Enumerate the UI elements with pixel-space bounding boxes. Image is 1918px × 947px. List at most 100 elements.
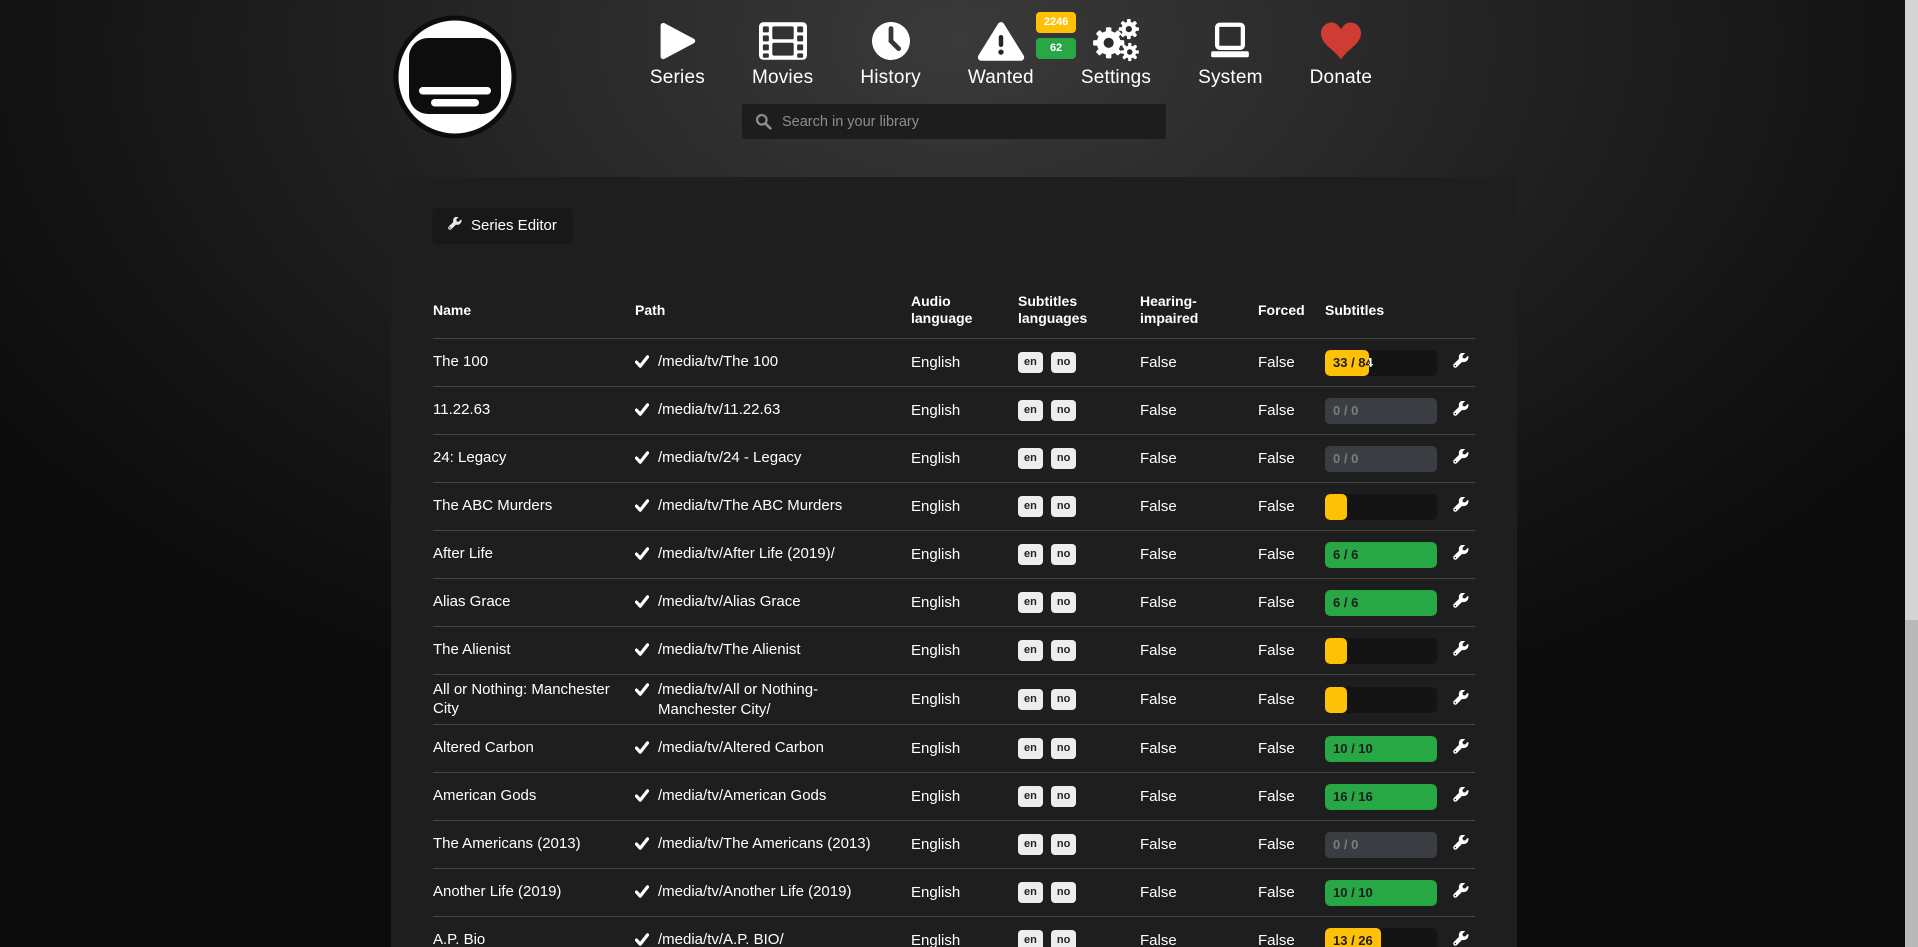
wanted-series-count-badge: 2246 [1036, 12, 1076, 33]
subtitles-progress-bar: 10 / 10 10 / 10 [1325, 880, 1437, 906]
wrench-icon[interactable] [1453, 739, 1469, 758]
scrollbar-track[interactable] [1905, 0, 1918, 947]
wrench-icon[interactable] [1453, 641, 1469, 660]
series-path: /media/tv/The Alienist [658, 640, 801, 660]
series-path: /media/tv/A.P. BIO/ [658, 930, 784, 947]
series-name-link[interactable]: Alias Grace [433, 593, 635, 612]
series-name-link[interactable]: The ABC Murders [433, 497, 635, 516]
series-path: /media/tv/The 100 [658, 352, 778, 372]
subtitles-languages: enno [1018, 544, 1140, 565]
wrench-icon[interactable] [1453, 353, 1469, 372]
subtitles-cell: 0 / 0 0 / 0 [1325, 446, 1445, 472]
nav-item-settings[interactable]: Settings [1081, 18, 1151, 89]
check-icon [635, 354, 649, 374]
series-name-link[interactable]: Another Life (2019) [433, 883, 635, 902]
series-path: /media/tv/American Gods [658, 786, 826, 806]
subtitles-cell: 6 / 6 6 / 6 [1325, 542, 1445, 568]
audio-language: English [911, 740, 1018, 757]
table-row: The Americans (2013) /media/tv/The Ameri… [433, 820, 1475, 868]
row-actions [1445, 401, 1475, 420]
language-badge: no [1051, 448, 1076, 469]
wrench-icon[interactable] [1453, 690, 1469, 709]
subtitles-progress-bar: 33 / 84 33 / 84 [1325, 350, 1437, 376]
nav-item-system[interactable]: System [1198, 18, 1263, 89]
language-badge: no [1051, 738, 1076, 759]
series-path-cell: /media/tv/A.P. BIO/ [635, 930, 911, 947]
series-name-link[interactable]: 11.22.63 [433, 401, 635, 420]
series-name-link[interactable]: The Alienist [433, 641, 635, 660]
series-panel: Series Editor Name Path Audio language S… [391, 177, 1517, 947]
header-subtitles: Subtitles [1325, 302, 1445, 319]
table-row: American Gods /media/tv/American Gods En… [433, 772, 1475, 820]
subtitles-progress-bar: 13 / 26 13 / 26 [1325, 928, 1437, 947]
check-icon [635, 450, 649, 470]
wrench-icon[interactable] [1453, 401, 1469, 420]
search-input[interactable] [742, 104, 1166, 139]
subtitles-cell [1325, 494, 1445, 520]
nav-item-movies[interactable]: Movies [752, 18, 813, 89]
series-table: Name Path Audio language Subtitles langu… [433, 282, 1475, 947]
subtitles-count-label: 0 / 0 [1333, 446, 1358, 472]
table-row: All or Nothing: Manchester City /media/t… [433, 674, 1475, 724]
nav-item-donate[interactable]: Donate [1310, 18, 1372, 89]
series-path-cell: /media/tv/The Alienist [635, 640, 911, 662]
scrollbar-thumb[interactable] [1905, 0, 1918, 620]
series-name-link[interactable]: American Gods [433, 787, 635, 806]
series-name-link[interactable]: The 100 [433, 353, 635, 372]
check-icon [635, 594, 649, 614]
series-editor-button[interactable]: Series Editor [433, 208, 572, 242]
series-path: /media/tv/The Americans (2013) [658, 834, 871, 854]
check-icon [635, 682, 649, 702]
wrench-icon[interactable] [1453, 593, 1469, 612]
language-badge: no [1051, 592, 1076, 613]
wrench-icon[interactable] [1453, 449, 1469, 468]
table-body: The 100 /media/tv/The 100 English enno F… [433, 338, 1475, 947]
check-icon [635, 788, 649, 808]
language-badge: en [1018, 689, 1043, 710]
language-badge: no [1051, 689, 1076, 710]
row-actions [1445, 497, 1475, 516]
series-path-cell: /media/tv/Another Life (2019) [635, 882, 911, 904]
subtitles-cell: 10 / 10 10 / 10 [1325, 736, 1445, 762]
audio-language: English [911, 884, 1018, 901]
page-background: Series [0, 0, 1918, 947]
forced-value: False [1258, 594, 1325, 611]
series-name-link[interactable]: Altered Carbon [433, 739, 635, 758]
series-path: /media/tv/11.22.63 [658, 400, 780, 420]
wrench-icon[interactable] [1453, 787, 1469, 806]
series-name-link[interactable]: A.P. Bio [433, 931, 635, 947]
film-icon [759, 18, 807, 64]
nav-item-series[interactable]: Series [650, 18, 705, 89]
play-icon [658, 18, 696, 64]
language-badge: en [1018, 544, 1043, 565]
check-icon [635, 884, 649, 904]
wrench-icon[interactable] [1453, 835, 1469, 854]
series-name-link[interactable]: 24: Legacy [433, 449, 635, 468]
table-row: Altered Carbon /media/tv/Altered Carbon … [433, 724, 1475, 772]
subtitles-languages: enno [1018, 834, 1140, 855]
wrench-icon [448, 217, 462, 234]
nav-label: Donate [1310, 67, 1372, 89]
wrench-icon[interactable] [1453, 497, 1469, 516]
nav-item-history[interactable]: History [860, 18, 921, 89]
forced-value: False [1258, 450, 1325, 467]
hearing-impaired-value: False [1140, 354, 1258, 371]
forced-value: False [1258, 740, 1325, 757]
language-badge: no [1051, 544, 1076, 565]
header-hearing-impaired: Hearing-impaired [1140, 293, 1258, 327]
series-name-link[interactable]: All or Nothing: Manchester City [433, 681, 635, 719]
language-badge: en [1018, 786, 1043, 807]
search-icon [755, 113, 772, 135]
wrench-icon[interactable] [1453, 883, 1469, 902]
wrench-icon[interactable] [1453, 931, 1469, 947]
nav-item-wanted[interactable]: Wanted 2246 62 [968, 18, 1034, 89]
series-name-link[interactable]: The Americans (2013) [433, 835, 635, 854]
forced-value: False [1258, 691, 1325, 708]
language-badge: no [1051, 400, 1076, 421]
row-actions [1445, 931, 1475, 947]
language-badge: en [1018, 496, 1043, 517]
series-name-link[interactable]: After Life [433, 545, 635, 564]
check-icon [635, 932, 649, 947]
wrench-icon[interactable] [1453, 545, 1469, 564]
language-badge: en [1018, 352, 1043, 373]
